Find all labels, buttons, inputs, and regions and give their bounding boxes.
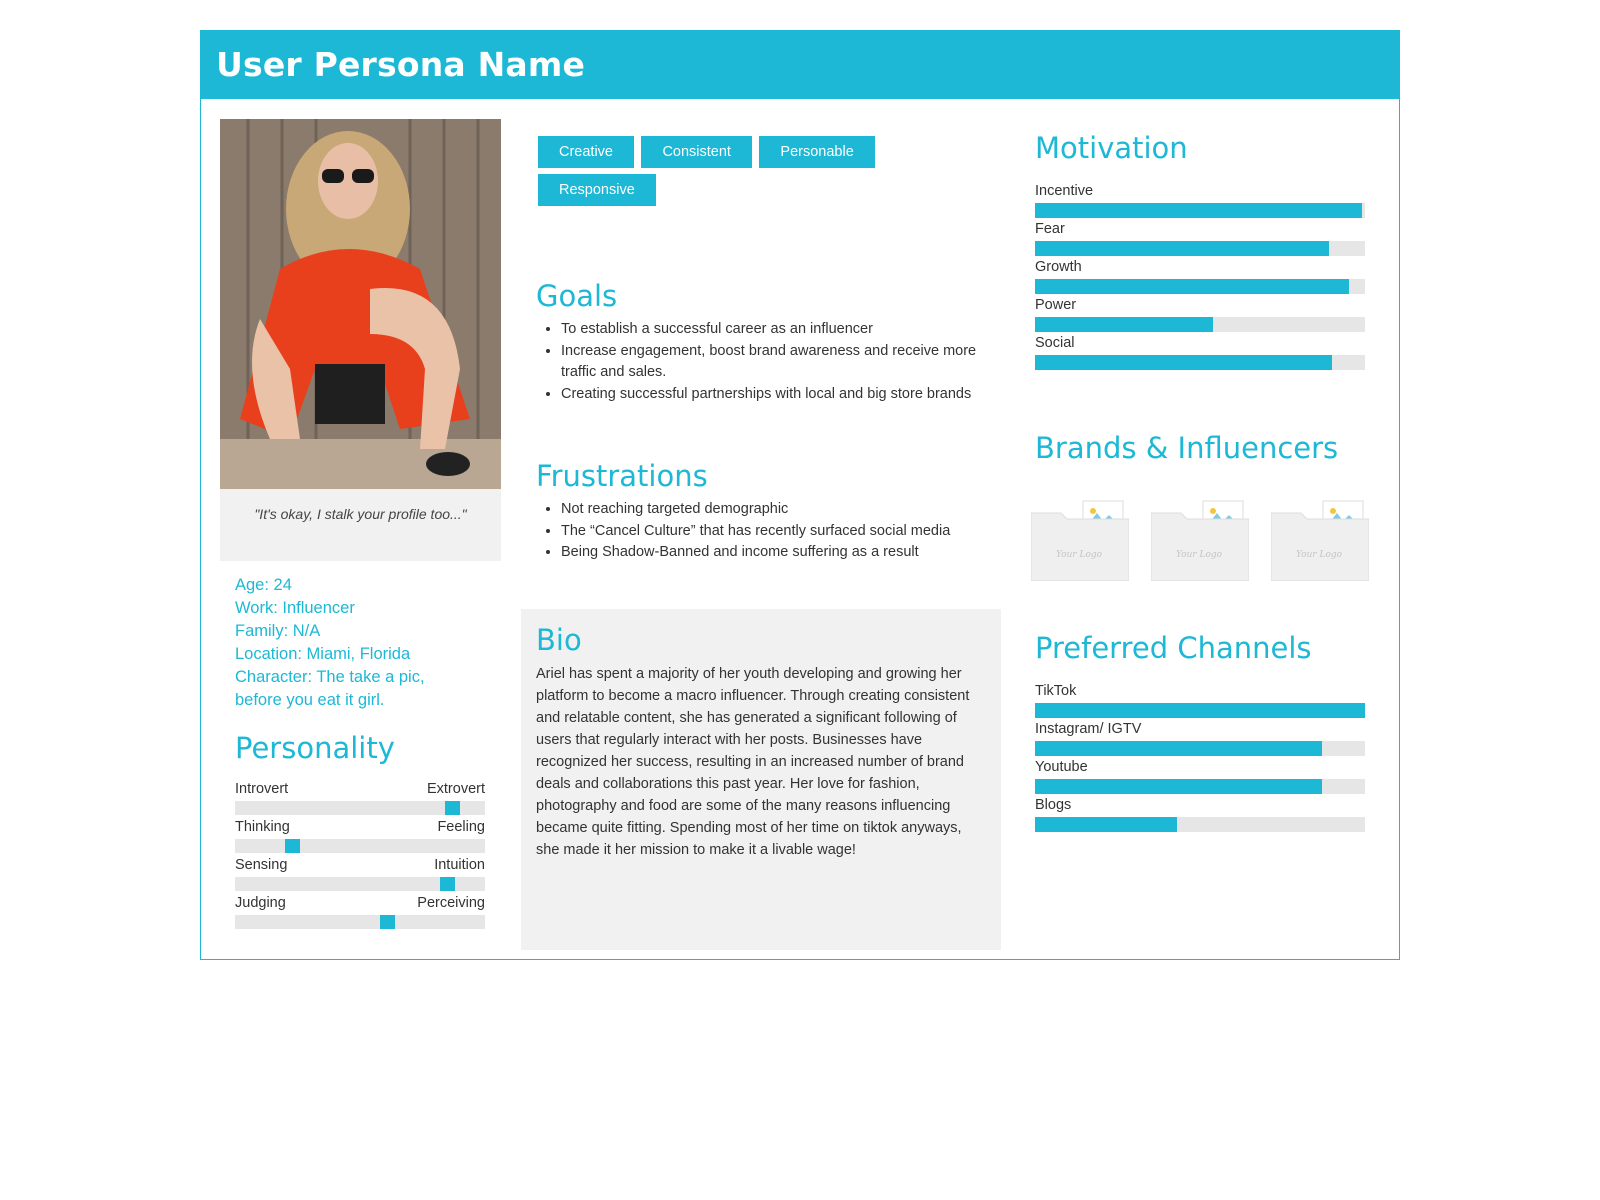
personality-title: Personality (235, 731, 395, 765)
trait-slider-track (235, 801, 485, 815)
goal-item: Creating successful partnerships with lo… (561, 384, 979, 406)
motivation-bar: Incentive (1035, 183, 1365, 221)
goals-title: Goals (536, 279, 618, 313)
channel-bar: TikTok (1035, 683, 1365, 721)
trait-slider-track (235, 877, 485, 891)
frustration-item: The “Cancel Culture” that has recently s… (561, 521, 979, 543)
motivation-fill (1035, 241, 1329, 256)
persona-quote: "It's okay, I stalk your profile too..." (254, 506, 467, 522)
trait-right-label: Extrovert (426, 781, 485, 797)
trait-slider-marker (380, 915, 395, 929)
brand-placeholder-text: Your Logo (1296, 550, 1343, 560)
trait-slider-track (235, 839, 485, 853)
bio-text: Ariel has spent a majority of her youth … (536, 666, 970, 858)
motivation-label: Incentive (1035, 183, 1094, 199)
channel-track (1035, 703, 1365, 718)
channel-fill (1035, 741, 1323, 756)
trait-tags: Creative Consistent Personable Responsiv… (538, 136, 898, 212)
channel-label: Instagram/ IGTV (1035, 721, 1142, 737)
quote-box: "It's okay, I stalk your profile too..." (220, 489, 501, 561)
channel-fill (1035, 703, 1365, 718)
personality-trait: Introvert Extrovert (235, 781, 485, 819)
motivation-bar: Growth (1035, 259, 1365, 297)
persona-facts: Age: 24 Work: Influencer Family: N/A Loc… (235, 574, 475, 712)
frustrations-title: Frustrations (536, 459, 708, 493)
channel-label: Youtube (1035, 759, 1088, 775)
motivation-label: Power (1035, 297, 1077, 313)
header-bar: User Persona Name (201, 31, 1399, 99)
channel-fill (1035, 779, 1323, 794)
channel-fill (1035, 817, 1177, 832)
motivation-track (1035, 355, 1365, 370)
motivation-track (1035, 317, 1365, 332)
frustrations-list: Not reaching targeted demographic The “C… (539, 499, 979, 564)
trait-left-label: Thinking (235, 819, 290, 835)
channel-bar: Blogs (1035, 797, 1365, 835)
trait-right-label: Intuition (434, 857, 485, 873)
personality-trait: Judging Perceiving (235, 895, 485, 933)
trait-slider-track (235, 915, 485, 929)
brand-logo-placeholder: Your Logo (1030, 499, 1130, 582)
channel-track (1035, 741, 1365, 756)
goal-item: Increase engagement, boost brand awarene… (561, 341, 979, 384)
motivation-bar: Power (1035, 297, 1365, 335)
tag-creative: Creative (538, 136, 634, 168)
persona-card: User Persona Name "It's okay, I stalk yo… (200, 30, 1400, 960)
frustration-item: Being Shadow-Banned and income suffering… (561, 542, 979, 564)
bio-title: Bio (536, 623, 582, 657)
trait-left-label: Introvert (235, 781, 289, 797)
motivation-label: Fear (1035, 221, 1065, 237)
channel-label: TikTok (1035, 683, 1077, 699)
brand-placeholder-text: Your Logo (1056, 550, 1103, 560)
persona-photo-illustration (220, 119, 501, 489)
tag-consistent: Consistent (641, 136, 752, 168)
fact-character-line1: Character: The take a pic, (235, 668, 425, 686)
frustration-item: Not reaching targeted demographic (561, 499, 979, 521)
brand-logo-placeholder: Your Logo (1270, 499, 1370, 582)
tag-responsive: Responsive (538, 174, 656, 206)
brand-placeholder-text: Your Logo (1176, 550, 1223, 560)
channel-track (1035, 779, 1365, 794)
channel-track (1035, 817, 1365, 832)
fact-work: Work: Influencer (235, 599, 355, 617)
brand-logo-placeholder: Your Logo (1150, 499, 1250, 582)
channel-label: Blogs (1035, 797, 1072, 813)
motivation-bar: Fear (1035, 221, 1365, 259)
trait-left-label: Judging (235, 895, 286, 911)
motivation-track (1035, 203, 1365, 218)
fact-family: Family: N/A (235, 622, 321, 640)
trait-right-label: Perceiving (417, 895, 485, 911)
motivation-fill (1035, 317, 1214, 332)
channel-bar: Instagram/ IGTV (1035, 721, 1365, 759)
fact-age: Age: 24 (235, 576, 292, 594)
trait-slider-marker (285, 839, 300, 853)
motivation-track (1035, 241, 1365, 256)
brands-title: Brands & Influencers (1035, 431, 1339, 465)
goals-list: To establish a successful career as an i… (539, 319, 979, 405)
trait-slider-marker (445, 801, 460, 815)
trait-slider-marker (440, 877, 455, 891)
personality-trait: Thinking Feeling (235, 819, 485, 857)
bio-panel: Bio Ariel has spent a majority of her yo… (521, 609, 1001, 950)
fact-location: Location: Miami, Florida (235, 645, 411, 663)
persona-photo (220, 119, 501, 489)
channels-title: Preferred Channels (1035, 631, 1312, 665)
fact-character-line2: before you eat it girl. (235, 691, 385, 709)
motivation-track (1035, 279, 1365, 294)
motivation-label: Growth (1035, 259, 1082, 275)
motivation-bar: Social (1035, 335, 1365, 373)
trait-left-label: Sensing (235, 857, 288, 873)
motivation-fill (1035, 279, 1349, 294)
motivation-title: Motivation (1035, 131, 1188, 165)
channel-bar: Youtube (1035, 759, 1365, 797)
personality-trait: Sensing Intuition (235, 857, 485, 895)
motivation-fill (1035, 355, 1332, 370)
motivation-fill (1035, 203, 1362, 218)
tag-personable: Personable (759, 136, 875, 168)
motivation-label: Social (1035, 335, 1075, 351)
page-title: User Persona Name (216, 45, 586, 84)
trait-right-label: Feeling (437, 819, 485, 835)
goal-item: To establish a successful career as an i… (561, 319, 979, 341)
